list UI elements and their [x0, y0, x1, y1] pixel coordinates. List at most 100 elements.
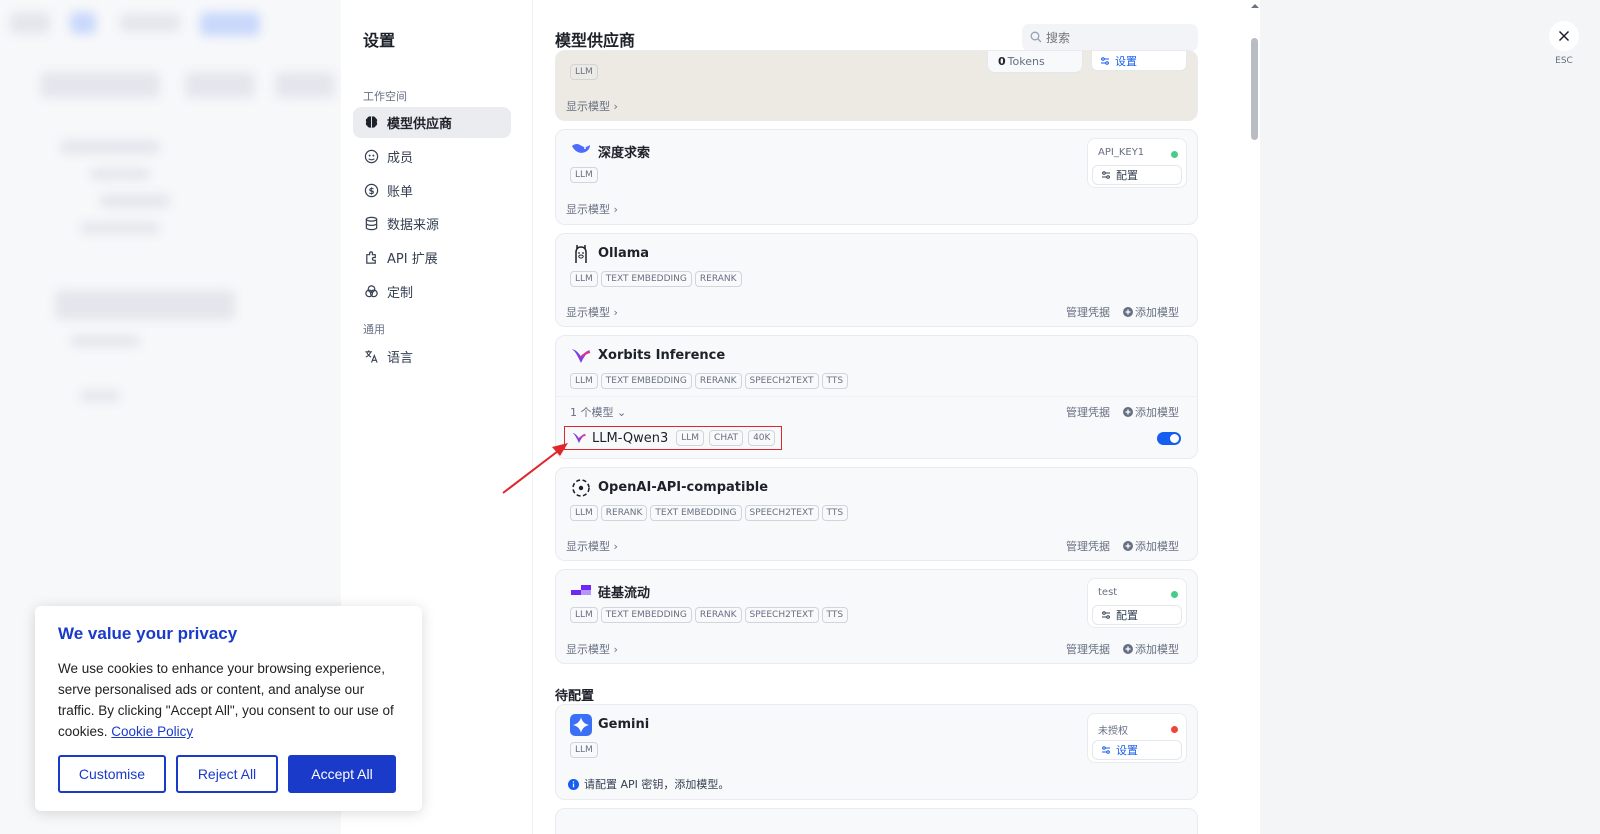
- nav-label: 账单: [387, 185, 414, 200]
- cookie-body-text: We use cookies to enhance your browsing …: [58, 661, 394, 739]
- configure-button[interactable]: 配置: [1092, 605, 1182, 625]
- configure-button[interactable]: 配置: [1092, 165, 1182, 185]
- add-model-link[interactable]: 添加模型: [1123, 641, 1179, 657]
- pending-section-label: 待配置: [555, 689, 595, 704]
- settings-button-label: 设置: [1116, 744, 1138, 757]
- nav-label: 语言: [387, 351, 414, 366]
- show-models-link[interactable]: 显示模型 ›: [566, 98, 618, 114]
- bg-text: [70, 335, 140, 347]
- model-count-label: 1 个模型: [570, 406, 614, 419]
- xorbits-model-icon: [572, 432, 586, 444]
- tag: 40K: [748, 430, 776, 446]
- nav-billing[interactable]: $ 账单: [353, 175, 511, 206]
- bg-text: [90, 168, 150, 180]
- model-row-llm-qwen3[interactable]: LLM-Qwen3 LLM CHAT 40K: [564, 426, 783, 450]
- tokens-value: 0: [998, 55, 1006, 68]
- nav-language[interactable]: 语言: [353, 341, 511, 372]
- show-models-link[interactable]: 显示模型 ›: [566, 201, 618, 217]
- tag: LLM: [570, 271, 598, 287]
- bg-text: [80, 390, 120, 402]
- tag: RERANK: [694, 373, 742, 389]
- puzzle-icon: [363, 250, 379, 266]
- tag-list: LLM TEXT EMBEDDING RERANK: [570, 271, 742, 287]
- tag-list: LLM TEXT EMBEDDING RERANK SPEECH2TEXT TT…: [570, 607, 849, 623]
- provider-card-deepseek: 深度求索 LLM 显示模型 › API_KEY1 配置: [555, 129, 1198, 225]
- status-dot: [1171, 726, 1178, 733]
- credential-label: API_KEY1: [1098, 147, 1145, 158]
- nav-label: 模型供应商: [387, 117, 453, 132]
- cookie-policy-link[interactable]: Cookie Policy: [111, 724, 193, 739]
- provider-name: 硅基流动: [598, 586, 651, 601]
- tag: LLM: [570, 64, 598, 80]
- add-model-link[interactable]: 添加模型: [1123, 538, 1179, 554]
- nav-label: API 扩展: [387, 252, 438, 267]
- show-models-link[interactable]: 显示模型 ›: [566, 641, 618, 657]
- tag-list: LLM: [570, 64, 598, 80]
- manage-credentials-link[interactable]: 管理凭据: [1066, 304, 1110, 320]
- brain-icon: [363, 115, 379, 131]
- bg-tab: [120, 14, 180, 32]
- scroll-up-arrow-icon[interactable]: [1250, 2, 1260, 10]
- add-model-label: 添加模型: [1135, 306, 1179, 319]
- reject-all-button[interactable]: Reject All: [176, 755, 278, 793]
- search-box[interactable]: [1022, 24, 1198, 51]
- add-model-label: 添加模型: [1135, 406, 1179, 419]
- model-name: LLM-Qwen3: [592, 430, 669, 446]
- members-icon: [363, 149, 379, 165]
- nav-data-source[interactable]: 数据来源: [353, 208, 511, 239]
- tag: LLM: [570, 505, 598, 521]
- provider-card-next: [555, 808, 1198, 834]
- manage-credentials-link[interactable]: 管理凭据: [1066, 538, 1110, 554]
- settings-button[interactable]: 设置: [1092, 740, 1182, 760]
- sliders-icon: [1101, 56, 1109, 65]
- provider-name: 深度求索: [598, 146, 651, 161]
- svg-text:$: $: [368, 186, 374, 196]
- nav-api-extension[interactable]: API 扩展: [353, 242, 511, 273]
- config-notice-text: 请配置 API 密钥，添加模型。: [584, 778, 730, 791]
- credential-label: 未授权: [1098, 726, 1128, 737]
- close-icon: [1558, 30, 1570, 42]
- config-notice: 请配置 API 密钥，添加模型。: [568, 776, 729, 792]
- tag: LLM: [570, 607, 598, 623]
- tag: TEXT EMBEDDING: [600, 271, 692, 287]
- nav-customize[interactable]: 定制: [353, 276, 511, 307]
- tag: RERANK: [694, 271, 742, 287]
- tag: SPEECH2TEXT: [744, 373, 819, 389]
- nav-members[interactable]: 成员: [353, 141, 511, 172]
- model-enable-toggle[interactable]: [1157, 432, 1181, 445]
- tag: LLM: [570, 373, 598, 389]
- nav-model-provider[interactable]: 模型供应商: [353, 107, 511, 138]
- customize-icon: [363, 284, 379, 300]
- show-models-link[interactable]: 显示模型 ›: [566, 304, 618, 320]
- tag: TTS: [821, 607, 849, 623]
- page-title: 模型供应商: [555, 31, 636, 50]
- tag-list: LLM TEXT EMBEDDING RERANK SPEECH2TEXT TT…: [570, 373, 849, 389]
- provider-name: Xorbits Inference: [598, 348, 726, 363]
- manage-credentials-link[interactable]: 管理凭据: [1066, 641, 1110, 657]
- customise-button[interactable]: Customise: [58, 755, 166, 793]
- tag: TTS: [821, 373, 849, 389]
- credential-box: test 配置: [1087, 578, 1187, 628]
- gemini-logo-icon: [570, 714, 592, 736]
- search-input[interactable]: [1022, 24, 1198, 51]
- accept-all-button[interactable]: Accept All: [288, 755, 396, 793]
- ollama-logo-icon: [575, 245, 587, 263]
- bg-card: [55, 290, 235, 320]
- credential-box: API_KEY1 配置: [1087, 138, 1187, 188]
- add-model-link[interactable]: 添加模型: [1123, 404, 1179, 420]
- provider-card-top: LLM 显示模型 › 0 Tokens 设置: [555, 50, 1198, 121]
- show-models-link[interactable]: 显示模型 ›: [566, 538, 618, 554]
- show-models-label: 显示模型: [566, 540, 610, 553]
- nav-label: 成员: [387, 151, 414, 166]
- manage-credentials-link[interactable]: 管理凭据: [1066, 404, 1110, 420]
- scrollbar-thumb[interactable]: [1251, 38, 1258, 140]
- model-count-toggle[interactable]: 1 个模型 ⌄: [570, 404, 626, 420]
- add-model-link[interactable]: 添加模型: [1123, 304, 1179, 320]
- general-group-label: 通用: [363, 323, 385, 336]
- search-icon: [1030, 31, 1042, 43]
- openai-compatible-logo-icon: [572, 479, 590, 497]
- tag: TEXT EMBEDDING: [650, 505, 742, 521]
- settings-title: 设置: [363, 31, 396, 50]
- settings-button[interactable]: 设置: [1091, 51, 1187, 71]
- close-button[interactable]: [1549, 21, 1579, 51]
